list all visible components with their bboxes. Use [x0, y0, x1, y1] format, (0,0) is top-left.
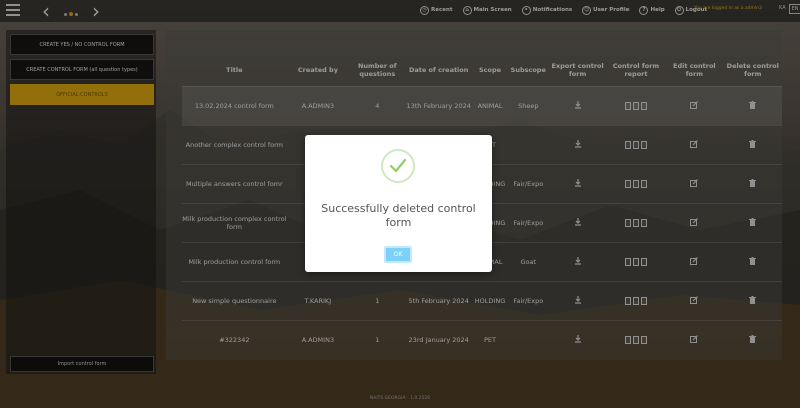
ok-button[interactable]: OK: [384, 246, 412, 263]
modal-title: Successfully deleted control form: [321, 202, 476, 229]
success-check-icon: [381, 149, 415, 183]
success-modal: Successfully deleted control form OK: [305, 135, 492, 272]
